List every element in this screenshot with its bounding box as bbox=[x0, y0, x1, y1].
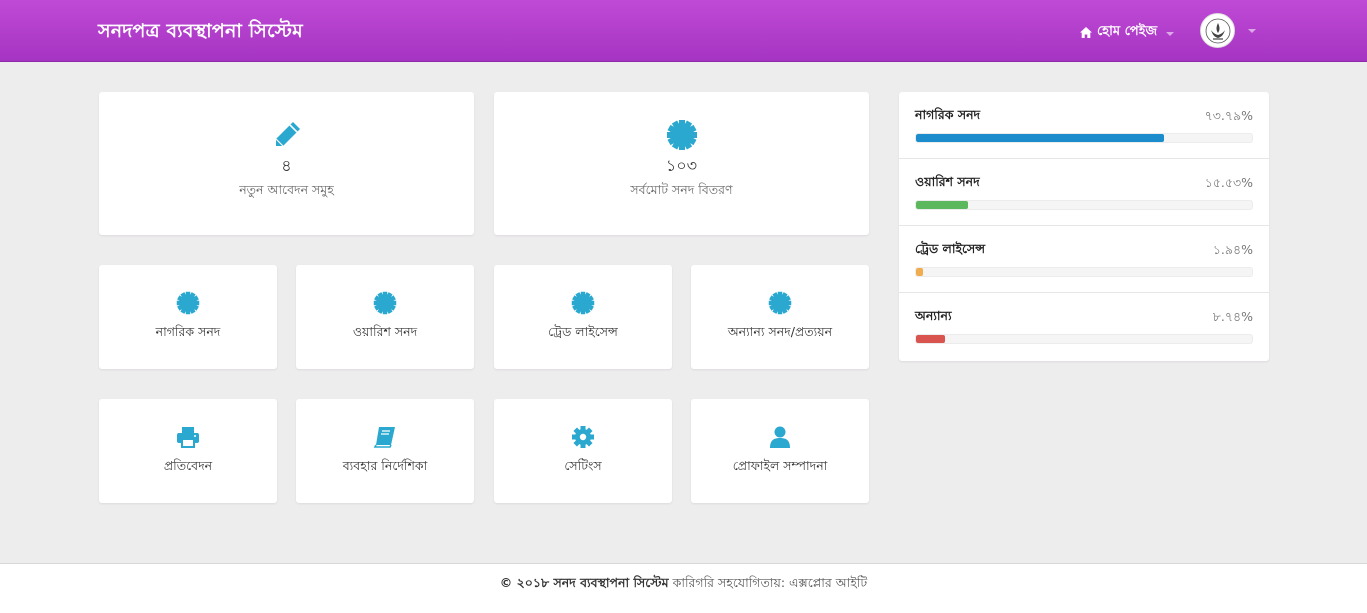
new-applications-label: নতুন আবেদন সমুহ bbox=[239, 182, 334, 197]
new-applications-card[interactable]: ৪ নতুন আবেদন সমুহ bbox=[99, 92, 474, 235]
progress-item: ওয়ারিশ সনদ ১৫.৫৩% bbox=[899, 159, 1269, 226]
chevron-down-icon bbox=[1166, 31, 1175, 36]
tile-label: ওয়ারিশ সনদ bbox=[352, 324, 418, 339]
progress-label: নাগরিক সনদ bbox=[915, 107, 981, 122]
top-navbar: সনদপত্র ব্যবস্থাপনা সিস্টেম হোম পেইজ bbox=[0, 0, 1367, 62]
gear-icon bbox=[572, 426, 594, 448]
progress-bar bbox=[915, 334, 1253, 344]
tile-heir-certificate[interactable]: ওয়ারিশ সনদ bbox=[296, 265, 474, 369]
certificate-distribution-panel: নাগরিক সনদ ৭৩.৭৯% ওয়ারিশ সনদ ১৫.৫৩% ট্র… bbox=[899, 92, 1269, 361]
tile-label: অন্যান্য সনদ/প্রত্যয়ন bbox=[727, 324, 833, 339]
progress-label: ট্রেড লাইসেন্স bbox=[915, 241, 986, 256]
footer-credit: কারিগরি সহযোগিতায়: এক্সপ্লোর আইটি bbox=[672, 575, 868, 590]
book-icon bbox=[373, 427, 395, 448]
certificate-icon bbox=[571, 291, 595, 315]
progress-fill bbox=[916, 335, 946, 343]
total-certificates-card[interactable]: ১০৩ সর্বমোট সনদ বিতরণ bbox=[494, 92, 869, 235]
home-page-label: হোম পেইজ bbox=[1097, 24, 1158, 39]
avatar[interactable] bbox=[1200, 13, 1235, 48]
app-title[interactable]: সনদপত্র ব্যবস্থাপনা সিস্টেম bbox=[98, 17, 303, 49]
certificate-icon bbox=[666, 120, 697, 150]
progress-label: অন্যান্য bbox=[915, 308, 952, 323]
tile-label: ব্যবহার নির্দেশিকা bbox=[342, 458, 428, 473]
tile-label: ট্রেড লাইসেন্স bbox=[548, 324, 618, 339]
total-certificates-count: ১০৩ bbox=[665, 156, 698, 175]
tile-label: প্রতিবেদন bbox=[163, 458, 213, 473]
footer-copyright: © ২০১৮ সনদ ব্যবস্থাপনা সিস্টেম bbox=[499, 575, 669, 590]
progress-bar bbox=[915, 133, 1253, 143]
certificate-icon bbox=[176, 291, 200, 315]
total-certificates-label: সর্বমোট সনদ বিতরণ bbox=[630, 182, 733, 197]
user-icon bbox=[770, 426, 790, 448]
chevron-down-icon[interactable] bbox=[1248, 29, 1256, 33]
progress-label: ওয়ারিশ সনদ bbox=[915, 174, 980, 189]
tile-report[interactable]: প্রতিবেদন bbox=[99, 399, 277, 503]
progress-percent: ১.৯৪% bbox=[1212, 242, 1253, 257]
tile-trade-license[interactable]: ট্রেড লাইসেন্স bbox=[494, 265, 672, 369]
progress-fill bbox=[916, 201, 969, 209]
progress-bar bbox=[915, 200, 1253, 210]
progress-bar bbox=[915, 267, 1253, 277]
print-icon bbox=[177, 427, 199, 448]
emblem-icon bbox=[1205, 18, 1230, 43]
progress-fill bbox=[916, 268, 923, 276]
progress-percent: ৮.৭৪% bbox=[1212, 309, 1253, 324]
tile-label: সেটিংস bbox=[564, 458, 602, 473]
tile-settings[interactable]: সেটিংস bbox=[494, 399, 672, 503]
home-icon bbox=[1080, 27, 1092, 38]
footer: © ২০১৮ সনদ ব্যবস্থাপনা সিস্টেম কারিগরি স… bbox=[0, 563, 1367, 613]
pencil-icon bbox=[275, 122, 300, 147]
tile-user-guide[interactable]: ব্যবহার নির্দেশিকা bbox=[296, 399, 474, 503]
progress-item: অন্যান্য ৮.৭৪% bbox=[899, 293, 1269, 360]
tile-other-certificate[interactable]: অন্যান্য সনদ/প্রত্যয়ন bbox=[691, 265, 869, 369]
progress-item: ট্রেড লাইসেন্স ১.৯৪% bbox=[899, 226, 1269, 293]
certificate-icon bbox=[373, 291, 397, 315]
progress-percent: ১৫.৫৩% bbox=[1204, 175, 1253, 190]
progress-item: নাগরিক সনদ ৭৩.৭৯% bbox=[899, 92, 1269, 159]
progress-fill bbox=[916, 134, 1164, 142]
new-applications-count: ৪ bbox=[281, 156, 292, 175]
tile-label: প্রোফাইল সম্পাদনা bbox=[732, 458, 828, 473]
tile-citizen-certificate[interactable]: নাগরিক সনদ bbox=[99, 265, 277, 369]
tile-label: নাগরিক সনদ bbox=[155, 324, 221, 339]
home-page-menu[interactable]: হোম পেইজ bbox=[1080, 22, 1175, 43]
tile-profile-edit[interactable]: প্রোফাইল সম্পাদনা bbox=[691, 399, 869, 503]
certificate-icon bbox=[768, 291, 792, 315]
progress-percent: ৭৩.৭৯% bbox=[1204, 108, 1253, 123]
